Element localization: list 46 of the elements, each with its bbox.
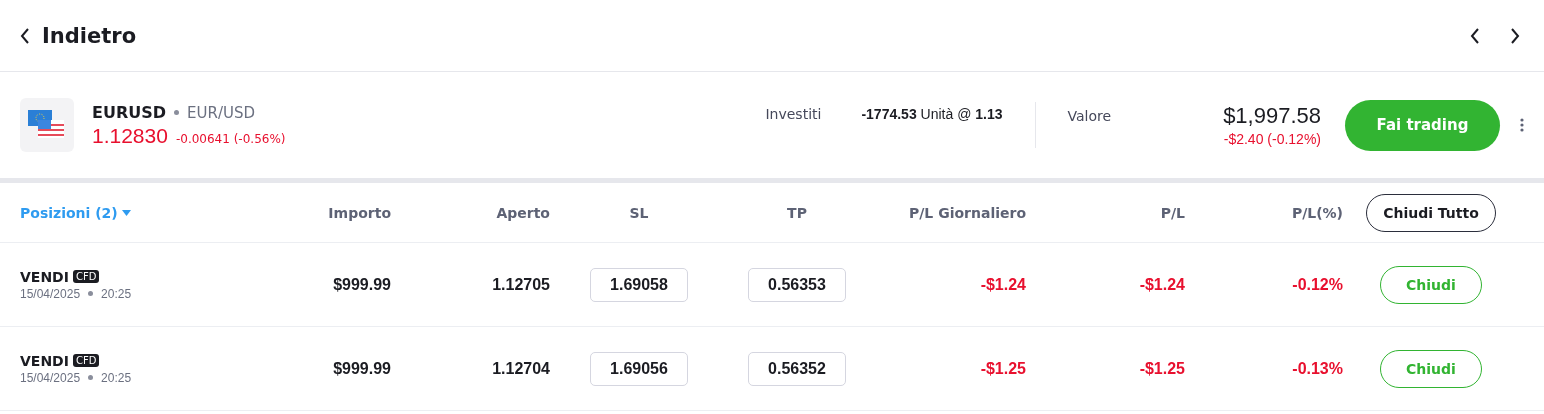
column-header: P/L — [1160, 204, 1185, 221]
column-header: P/L Giornaliero — [909, 204, 1026, 221]
trade-time: 20:25 — [101, 286, 132, 301]
symbol: EURUSD — [92, 102, 167, 122]
invested-value: -1774.53 Unità @ 1.13 — [861, 106, 1003, 122]
stop-loss-field[interactable]: 1.69058 — [590, 267, 688, 302]
column-header: Aperto — [496, 204, 550, 221]
table-cell: -0.12% — [1292, 275, 1343, 294]
table-cell: -$1.24 — [1139, 275, 1185, 294]
table-cell: 1.12704 — [492, 359, 550, 378]
position-value: $1,997.58 — [1223, 103, 1321, 129]
next-icon[interactable] — [1510, 27, 1520, 44]
currency-flags-icon — [20, 98, 74, 152]
cfd-badge: CFD — [72, 354, 100, 367]
caret-icon — [121, 209, 131, 216]
take-profit-field[interactable]: 0.56352 — [748, 351, 846, 386]
more-icon[interactable] — [1520, 117, 1524, 133]
take-profit-field[interactable]: 0.56353 — [748, 267, 846, 302]
previous-icon[interactable] — [1470, 27, 1480, 44]
trade-side: VENDI — [20, 352, 69, 369]
trade-time: 20:25 — [101, 370, 132, 385]
table-cell: $999.99 — [333, 359, 391, 378]
back-icon — [20, 27, 30, 44]
table-cell: -$1.24 — [980, 275, 1026, 294]
cfd-badge: CFD — [72, 270, 100, 283]
table-cell: -$1.25 — [980, 359, 1026, 378]
trade-date: 15/04/2025 — [20, 286, 81, 301]
column-header: P/L(%) — [1291, 204, 1343, 221]
value-label: Valore — [1067, 108, 1112, 124]
price-change: -0.00641 (-0.56%) — [175, 131, 286, 146]
column-header: TP — [787, 204, 807, 221]
value-change: -$2.40 (-0.12%) — [1223, 131, 1321, 147]
back-button[interactable]: Indietro — [20, 23, 137, 48]
column-header: SL — [629, 204, 649, 221]
table-cell: -0.13% — [1292, 359, 1343, 378]
stop-loss-field[interactable]: 1.69056 — [590, 351, 688, 386]
invested-label: Investiti — [765, 106, 822, 122]
table-cell: 1.12705 — [492, 275, 550, 294]
pair-name: EUR/USD — [187, 103, 256, 122]
column-header: Importo — [328, 204, 391, 221]
trade-date: 15/04/2025 — [20, 370, 81, 385]
price: 1.12830 — [92, 123, 168, 148]
close-all-button[interactable]: Chiudi Tutto — [1366, 193, 1496, 232]
table-cell: $999.99 — [333, 275, 391, 294]
table-cell: -$1.25 — [1139, 359, 1185, 378]
trade-side: VENDI — [20, 268, 69, 285]
